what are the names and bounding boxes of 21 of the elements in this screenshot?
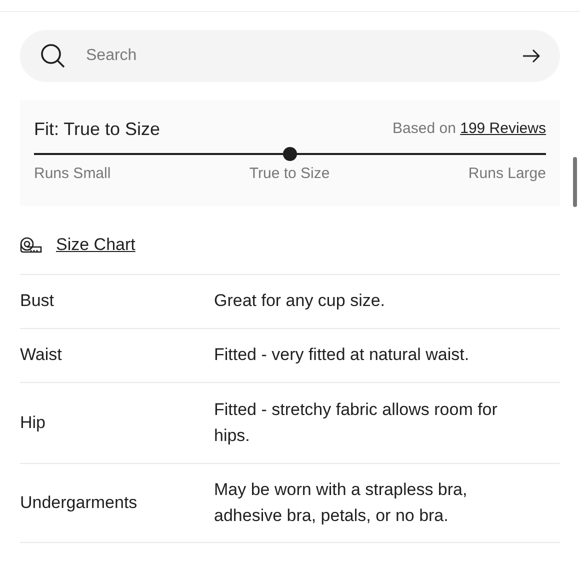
tape-measure-icon [20, 236, 42, 252]
scale-label: True to Size [249, 164, 330, 184]
row-value: Fitted - very fitted at natural waist. [214, 344, 470, 366]
row-value: Fitted - stretchy fabric allows room for hips. [214, 398, 498, 446]
size-chart-link[interactable]: Size Chart [56, 232, 136, 258]
scrollbar [573, 157, 577, 207]
scale-label: Runs Small [34, 164, 111, 184]
scale-label: Runs Large [468, 164, 546, 184]
search-input[interactable]: Search [86, 44, 522, 68]
reviews-link[interactable]: 199 Reviews [460, 120, 546, 138]
row-label: Waist [20, 344, 63, 366]
row-value: Great for any cup size. [214, 290, 386, 312]
arrow-right-icon[interactable] [522, 49, 540, 63]
row-label: Hip [20, 412, 47, 434]
row-label: Bust [20, 290, 56, 312]
search-field[interactable]: Search [20, 30, 560, 82]
search-icon [40, 43, 66, 69]
row-label: Undergarments [20, 492, 138, 514]
row-value: May be worn with a strapless bra, adhesive bra, petals, or no bra. [214, 478, 468, 526]
based-on-label: Based on [392, 120, 456, 138]
fit-title: Fit: True to Size [34, 118, 160, 141]
